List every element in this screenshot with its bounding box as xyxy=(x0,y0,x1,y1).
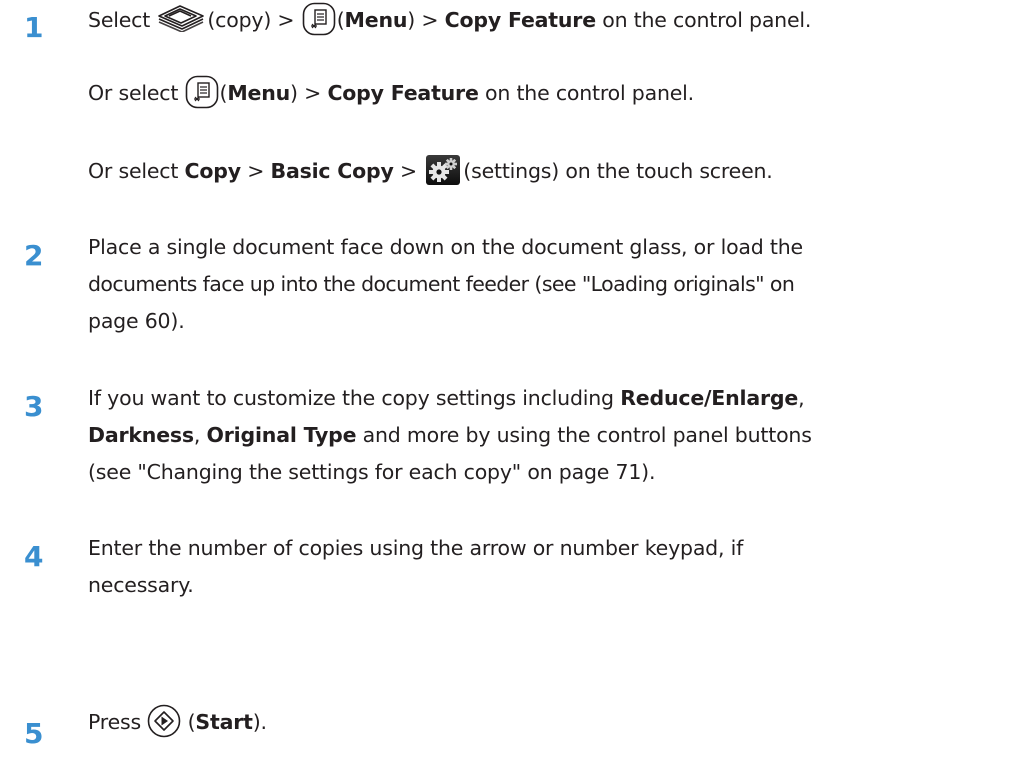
step-5-line-1: Press (Start). xyxy=(88,704,267,740)
instruction-page: 1 Select (copy) > (Menu) > Copy Feature … xyxy=(0,0,1035,757)
start-icon xyxy=(147,704,181,738)
step-1-line-3: Or select Copy > Basic Copy > (settings)… xyxy=(88,155,773,188)
step-1-line-2: Or select (Menu) > Copy Feature on the c… xyxy=(88,75,694,111)
step-2-line-1: Place a single document face down on the… xyxy=(88,235,803,259)
settings-icon xyxy=(426,155,461,185)
step-2-line-2: documents face up into the document feed… xyxy=(88,272,795,296)
step-4-number: 4 xyxy=(24,540,44,573)
step-5-number: 5 xyxy=(24,717,44,750)
step-3-line-2: Darkness, Original Type and more by usin… xyxy=(88,423,812,447)
step-1-line-1: Select (copy) > (Menu) > Copy Feature on… xyxy=(88,2,811,38)
step-3-line-1: If you want to customize the copy settin… xyxy=(88,386,805,410)
step-3-number: 3 xyxy=(24,390,44,423)
step-4-line-1: Enter the number of copies using the arr… xyxy=(88,536,744,560)
menu-icon xyxy=(185,75,219,109)
copy-icon xyxy=(156,2,206,32)
step-2-line-3: page 60). xyxy=(88,309,185,333)
step-3-line-3: (see "Changing the settings for each cop… xyxy=(88,460,656,484)
step-1-number: 1 xyxy=(24,11,44,44)
step-2-number: 2 xyxy=(24,239,44,272)
menu-icon xyxy=(302,2,336,36)
step-4-line-2: necessary. xyxy=(88,573,194,597)
